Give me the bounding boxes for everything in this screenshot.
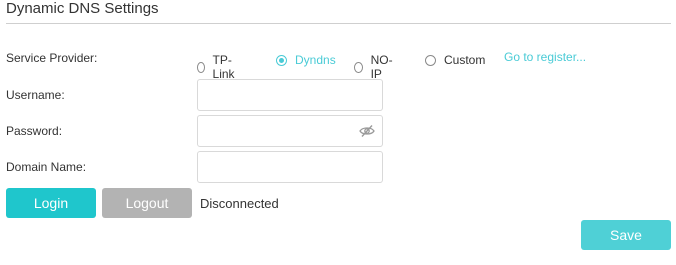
username-label: Username: bbox=[6, 88, 65, 102]
domain-name-input[interactable] bbox=[206, 153, 360, 183]
domain-name-label: Domain Name: bbox=[6, 160, 87, 174]
domain-name-field bbox=[197, 151, 383, 183]
radio-dot[interactable] bbox=[276, 54, 287, 66]
eye-slash-icon[interactable] bbox=[359, 124, 375, 138]
radio-dot[interactable] bbox=[354, 61, 363, 73]
save-button[interactable]: Save bbox=[581, 220, 671, 250]
title-divider bbox=[6, 23, 671, 24]
username-input[interactable] bbox=[206, 81, 360, 111]
go-to-register-link[interactable]: Go to register... bbox=[504, 50, 586, 64]
radio-label-custom: Custom bbox=[444, 53, 486, 67]
password-input[interactable] bbox=[206, 117, 360, 147]
password-label: Password: bbox=[6, 124, 63, 138]
logout-button[interactable]: Logout bbox=[102, 188, 192, 218]
connection-status: Disconnected bbox=[200, 196, 279, 211]
radio-dot[interactable] bbox=[197, 61, 205, 73]
radio-label-dyndns: Dyndns bbox=[295, 53, 336, 67]
username-field bbox=[197, 79, 383, 111]
section-title: Dynamic DNS Settings bbox=[6, 0, 159, 17]
login-button[interactable]: Login bbox=[6, 188, 96, 218]
radio-tp-link[interactable]: TP-Link bbox=[197, 50, 238, 81]
password-field bbox=[197, 115, 383, 147]
radio-dot[interactable] bbox=[425, 54, 436, 66]
radio-label-no-ip: NO-IP bbox=[370, 53, 393, 81]
radio-dyndns[interactable]: Dyndns bbox=[276, 50, 336, 67]
radio-custom[interactable]: Custom bbox=[425, 50, 485, 67]
service-provider-label: Service Provider: bbox=[6, 51, 98, 65]
radio-no-ip[interactable]: NO-IP bbox=[354, 50, 395, 81]
radio-label-tp-link: TP-Link bbox=[212, 53, 235, 81]
